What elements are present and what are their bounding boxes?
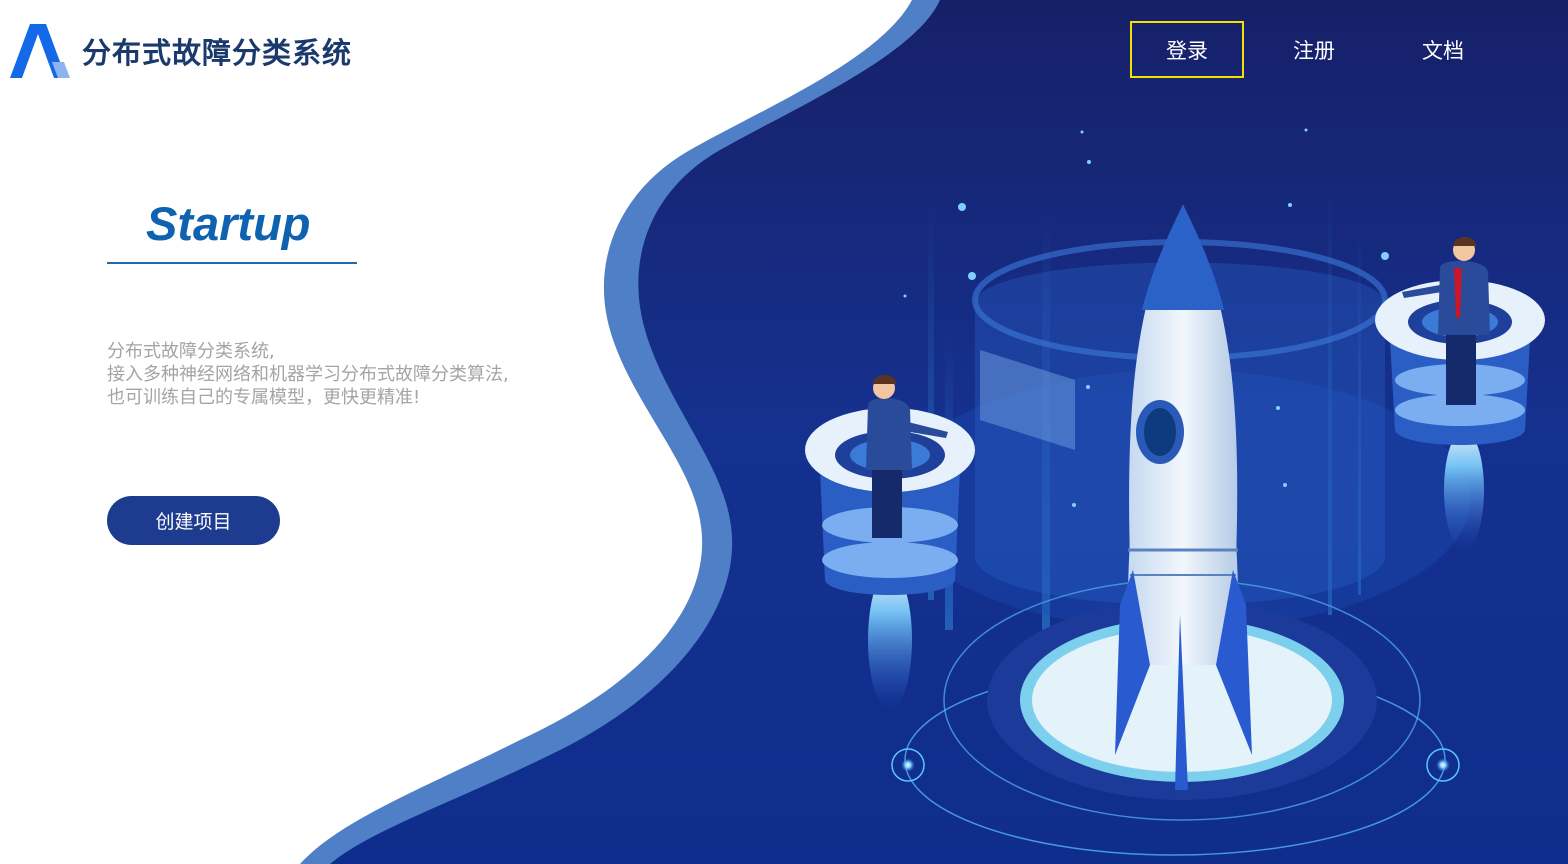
title-underline bbox=[107, 262, 357, 264]
description-line-2: 接入多种神经网络和机器学习分布式故障分类算法, bbox=[107, 364, 509, 385]
description-line-1: 分布式故障分类系统, bbox=[107, 341, 275, 362]
nav-docs[interactable]: 文档 bbox=[1386, 21, 1500, 78]
brand-title: 分布式故障分类系统 bbox=[82, 36, 353, 70]
description-line-3: 也可训练自己的专属模型，更快更精准! bbox=[107, 387, 421, 408]
create-project-button[interactable]: 创建项目 bbox=[107, 496, 280, 545]
logo-a-icon[interactable] bbox=[6, 18, 70, 82]
header: 分布式故障分类系统 登录 注册 文档 bbox=[0, 0, 1568, 100]
nav-register[interactable]: 注册 bbox=[1257, 21, 1371, 78]
hero-description: 分布式故障分类系统, 接入多种神经网络和机器学习分布式故障分类算法, 也可训练自… bbox=[107, 340, 509, 409]
hero-title: Startup bbox=[146, 197, 311, 250]
hero-illustration bbox=[300, 0, 1568, 864]
nav-login[interactable]: 登录 bbox=[1130, 21, 1244, 78]
